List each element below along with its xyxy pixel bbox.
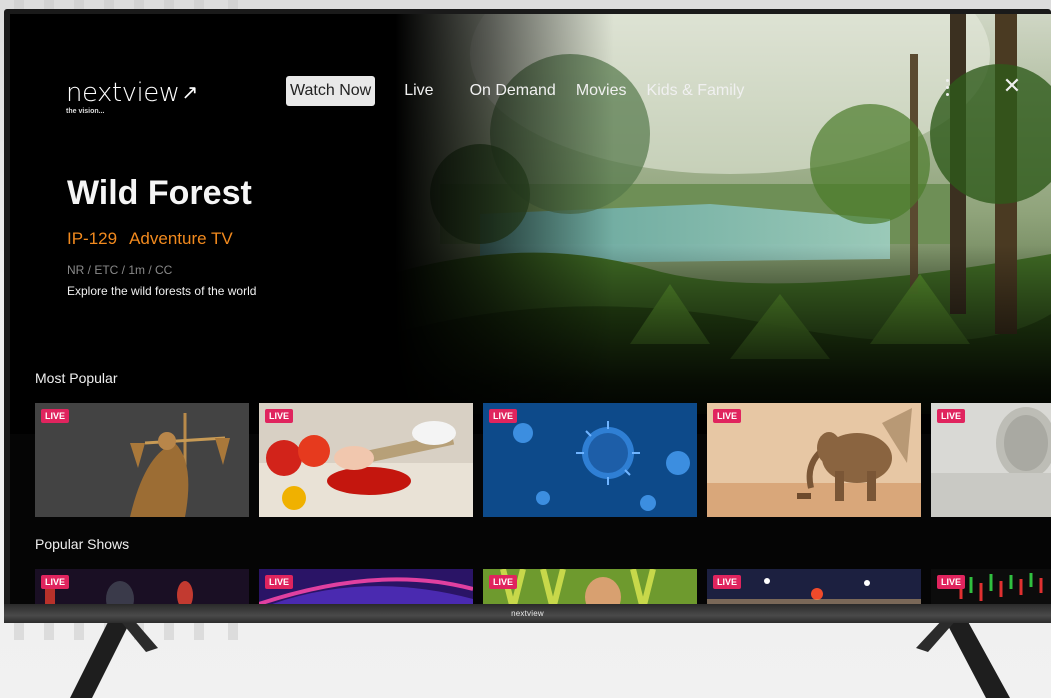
hero-title: Wild Forest [67,174,252,212]
tv-stand-right [916,618,1010,698]
tv-stand-left [70,618,158,698]
row-title-popular-shows: Popular Shows [35,536,130,552]
hero-description: Explore the wild forests of the world [67,284,257,298]
content-card[interactable]: LIVE [35,403,249,517]
live-badge: LIVE [41,409,70,423]
top-nav: Watch Now Live On Demand Movies Kids & F… [286,76,761,106]
hero-channel-name: Adventure TV [129,229,233,248]
bezel-brand-logo: nextview [511,609,544,618]
hero-channel-info: IP-129 Adventure TV [67,229,233,249]
content-card[interactable]: LIVE [931,569,1051,604]
tv-screen: nextview ↗ the vision... Watch Now Live O… [10,14,1051,604]
tv-bottom-bezel: nextview [4,604,1051,623]
content-card[interactable]: LIVE [259,569,473,604]
content-card[interactable]: LIVE [483,403,697,517]
content-card[interactable]: LIVE [35,569,249,604]
live-badge: LIVE [713,409,742,423]
live-badge: LIVE [937,409,966,423]
content-card[interactable]: LIVE [707,569,921,604]
nav-tab-movies[interactable]: Movies [573,76,630,106]
brand-tagline: the vision... [66,108,105,115]
content-card[interactable]: LIVE [483,569,697,604]
row-title-most-popular: Most Popular [35,370,118,386]
live-badge: LIVE [489,409,518,423]
live-badge: LIVE [937,575,966,589]
nav-tab-on-demand[interactable]: On Demand [467,76,559,106]
live-badge: LIVE [265,409,294,423]
content-card[interactable]: LIVE [931,403,1051,517]
row-popular-shows: LIVE LIVE LIVE LIVE LIVE [35,569,1051,604]
hero-channel-number: IP-129 [67,229,118,248]
hero-metadata: NR / ETC / 1m / CC [67,263,173,277]
live-badge: LIVE [265,575,294,589]
brand-logo: nextview ↗ the vision... [66,78,199,115]
live-badge: LIVE [489,575,518,589]
nav-tab-kids-family[interactable]: Kids & Family [644,76,748,106]
row-most-popular: LIVE LIVE LIVE LIVE LIVE [35,403,1051,517]
brand-logo-text: nextview [66,78,180,108]
live-badge: LIVE [713,575,742,589]
content-card[interactable]: LIVE [707,403,921,517]
more-vertical-icon[interactable] [940,76,954,98]
nav-tab-live[interactable]: Live [401,76,436,106]
close-icon[interactable]: ✕ [1000,74,1024,98]
brand-logo-mark-icon: ↗ [181,82,199,104]
content-card[interactable]: LIVE [259,403,473,517]
live-badge: LIVE [41,575,70,589]
nav-tab-watch-now[interactable]: Watch Now [286,76,376,106]
